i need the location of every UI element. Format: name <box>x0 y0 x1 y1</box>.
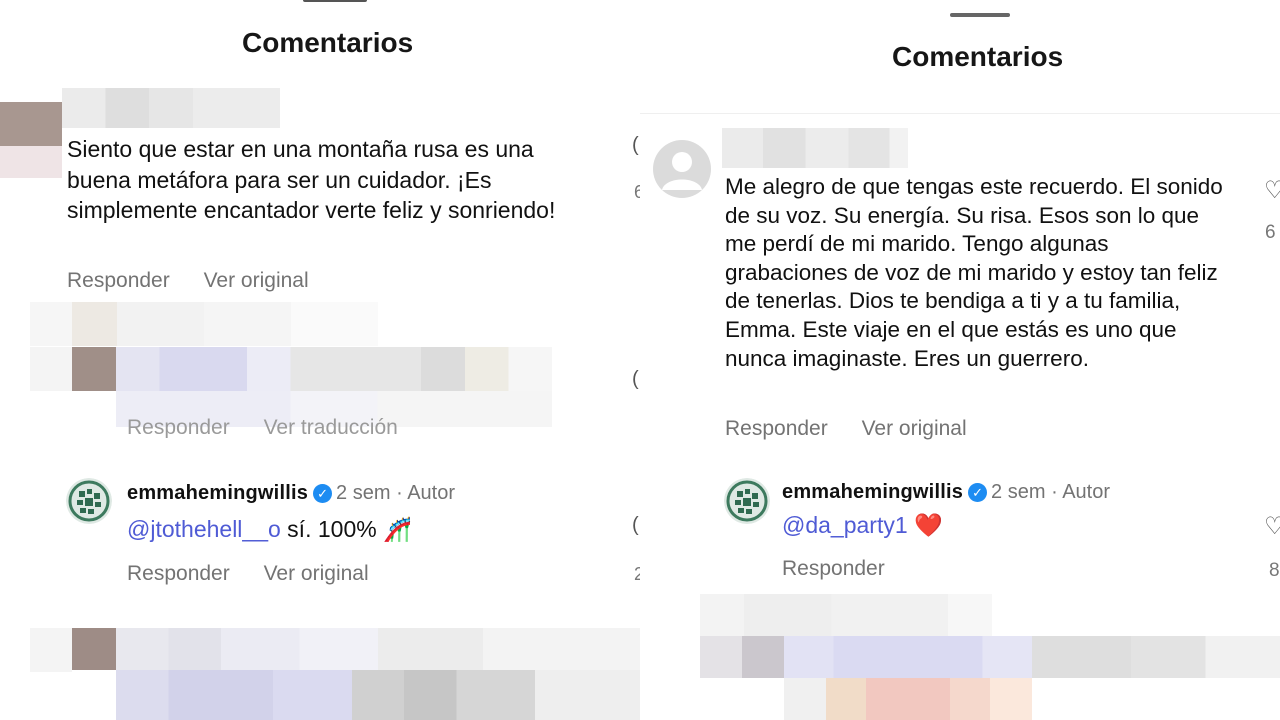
comment-header: emmahemingwillis ✓ 2 sem · Autor <box>127 482 455 504</box>
right-comments-panel: Comentarios Me alegro de que tengas este… <box>640 0 1280 720</box>
avatar[interactable] <box>700 636 784 678</box>
see-original-button[interactable]: Ver original <box>264 562 369 585</box>
reply-body: ❤️ <box>907 512 943 538</box>
reply-button[interactable]: Responder <box>782 557 885 580</box>
author-badge: Autor <box>407 482 455 504</box>
mention-link[interactable]: @da_party1 <box>782 512 908 538</box>
username[interactable]: emmahemingwillis <box>782 481 963 503</box>
verified-badge-icon: ✓ <box>313 484 333 503</box>
avatar[interactable] <box>72 347 116 391</box>
blurred-username <box>62 88 280 128</box>
comments-title: Comentarios <box>242 27 414 58</box>
see-translation-button[interactable]: Ver traducción <box>264 416 398 438</box>
default-avatar[interactable] <box>653 140 711 198</box>
reply-body: sí. 100% 🎢 <box>280 516 412 542</box>
comment-actions: Responder <box>782 557 913 581</box>
username[interactable]: emmahemingwillis <box>127 482 308 504</box>
avatar[interactable] <box>0 102 62 146</box>
like-count: 6 <box>1265 222 1276 243</box>
reply-button[interactable]: Responder <box>127 416 230 438</box>
like-count: 8 <box>1269 560 1280 581</box>
pixelated-comment <box>116 628 640 670</box>
timestamp: 2 sem <box>336 482 391 504</box>
comment-actions: Responder Ver original <box>127 562 397 586</box>
pixelated-comment <box>30 347 72 391</box>
reply-button[interactable]: Responder <box>725 417 828 440</box>
comment-text: Siento que estar en una montaña rusa es … <box>67 136 556 223</box>
pixelated-comment <box>784 636 1280 678</box>
pixelated-comment <box>116 347 552 391</box>
sheet-grabber[interactable] <box>303 0 367 2</box>
timestamp: 2 sem <box>991 481 1046 503</box>
avatar[interactable] <box>72 628 116 670</box>
reply-button[interactable]: Responder <box>67 269 170 292</box>
heart-icon[interactable]: ♡ <box>1264 176 1280 205</box>
reply-text: @jtothehell__o sí. 100% 🎢 <box>127 516 412 543</box>
author-badge: Autor <box>1062 481 1110 503</box>
comment-header: emmahemingwillis ✓ 2 sem · Autor <box>782 481 1110 503</box>
pixelated-comment <box>30 628 72 672</box>
heart-icon[interactable]: ( <box>632 368 639 391</box>
comment-text: Me alegro de que tengas este recuerdo. E… <box>725 174 1223 371</box>
avatar <box>0 146 62 178</box>
comment-actions: Responder Ver traducción <box>127 416 398 438</box>
pixelated-comment <box>784 678 1032 720</box>
sheet-grabber[interactable] <box>950 13 1010 17</box>
left-comments-panel: Comentarios Siento que estar en una mont… <box>0 0 640 720</box>
reply-text: @da_party1 ❤️ <box>782 512 943 539</box>
header-divider <box>640 113 1280 114</box>
comment-actions: Responder Ver original <box>67 269 337 293</box>
blurred-username <box>722 128 908 168</box>
comments-title: Comentarios <box>892 41 1064 72</box>
pixelated-comment <box>700 594 992 636</box>
heart-icon[interactable]: ( <box>632 134 639 157</box>
mention-link[interactable]: @jtothehell__o <box>127 516 281 542</box>
user-silhouette-icon <box>662 152 702 190</box>
comment-actions: Responder Ver original <box>725 417 995 441</box>
see-original-button[interactable]: Ver original <box>204 269 309 292</box>
see-original-button[interactable]: Ver original <box>862 417 967 440</box>
reply-button[interactable]: Responder <box>127 562 230 585</box>
author-avatar[interactable] <box>724 478 770 524</box>
heart-icon[interactable]: ( <box>632 514 639 537</box>
heart-icon[interactable]: ♡ <box>1264 512 1280 541</box>
verified-badge-icon: ✓ <box>968 483 988 502</box>
pixelated-comment <box>116 670 640 720</box>
author-avatar[interactable] <box>66 478 112 524</box>
pixelated-comment <box>30 302 378 346</box>
